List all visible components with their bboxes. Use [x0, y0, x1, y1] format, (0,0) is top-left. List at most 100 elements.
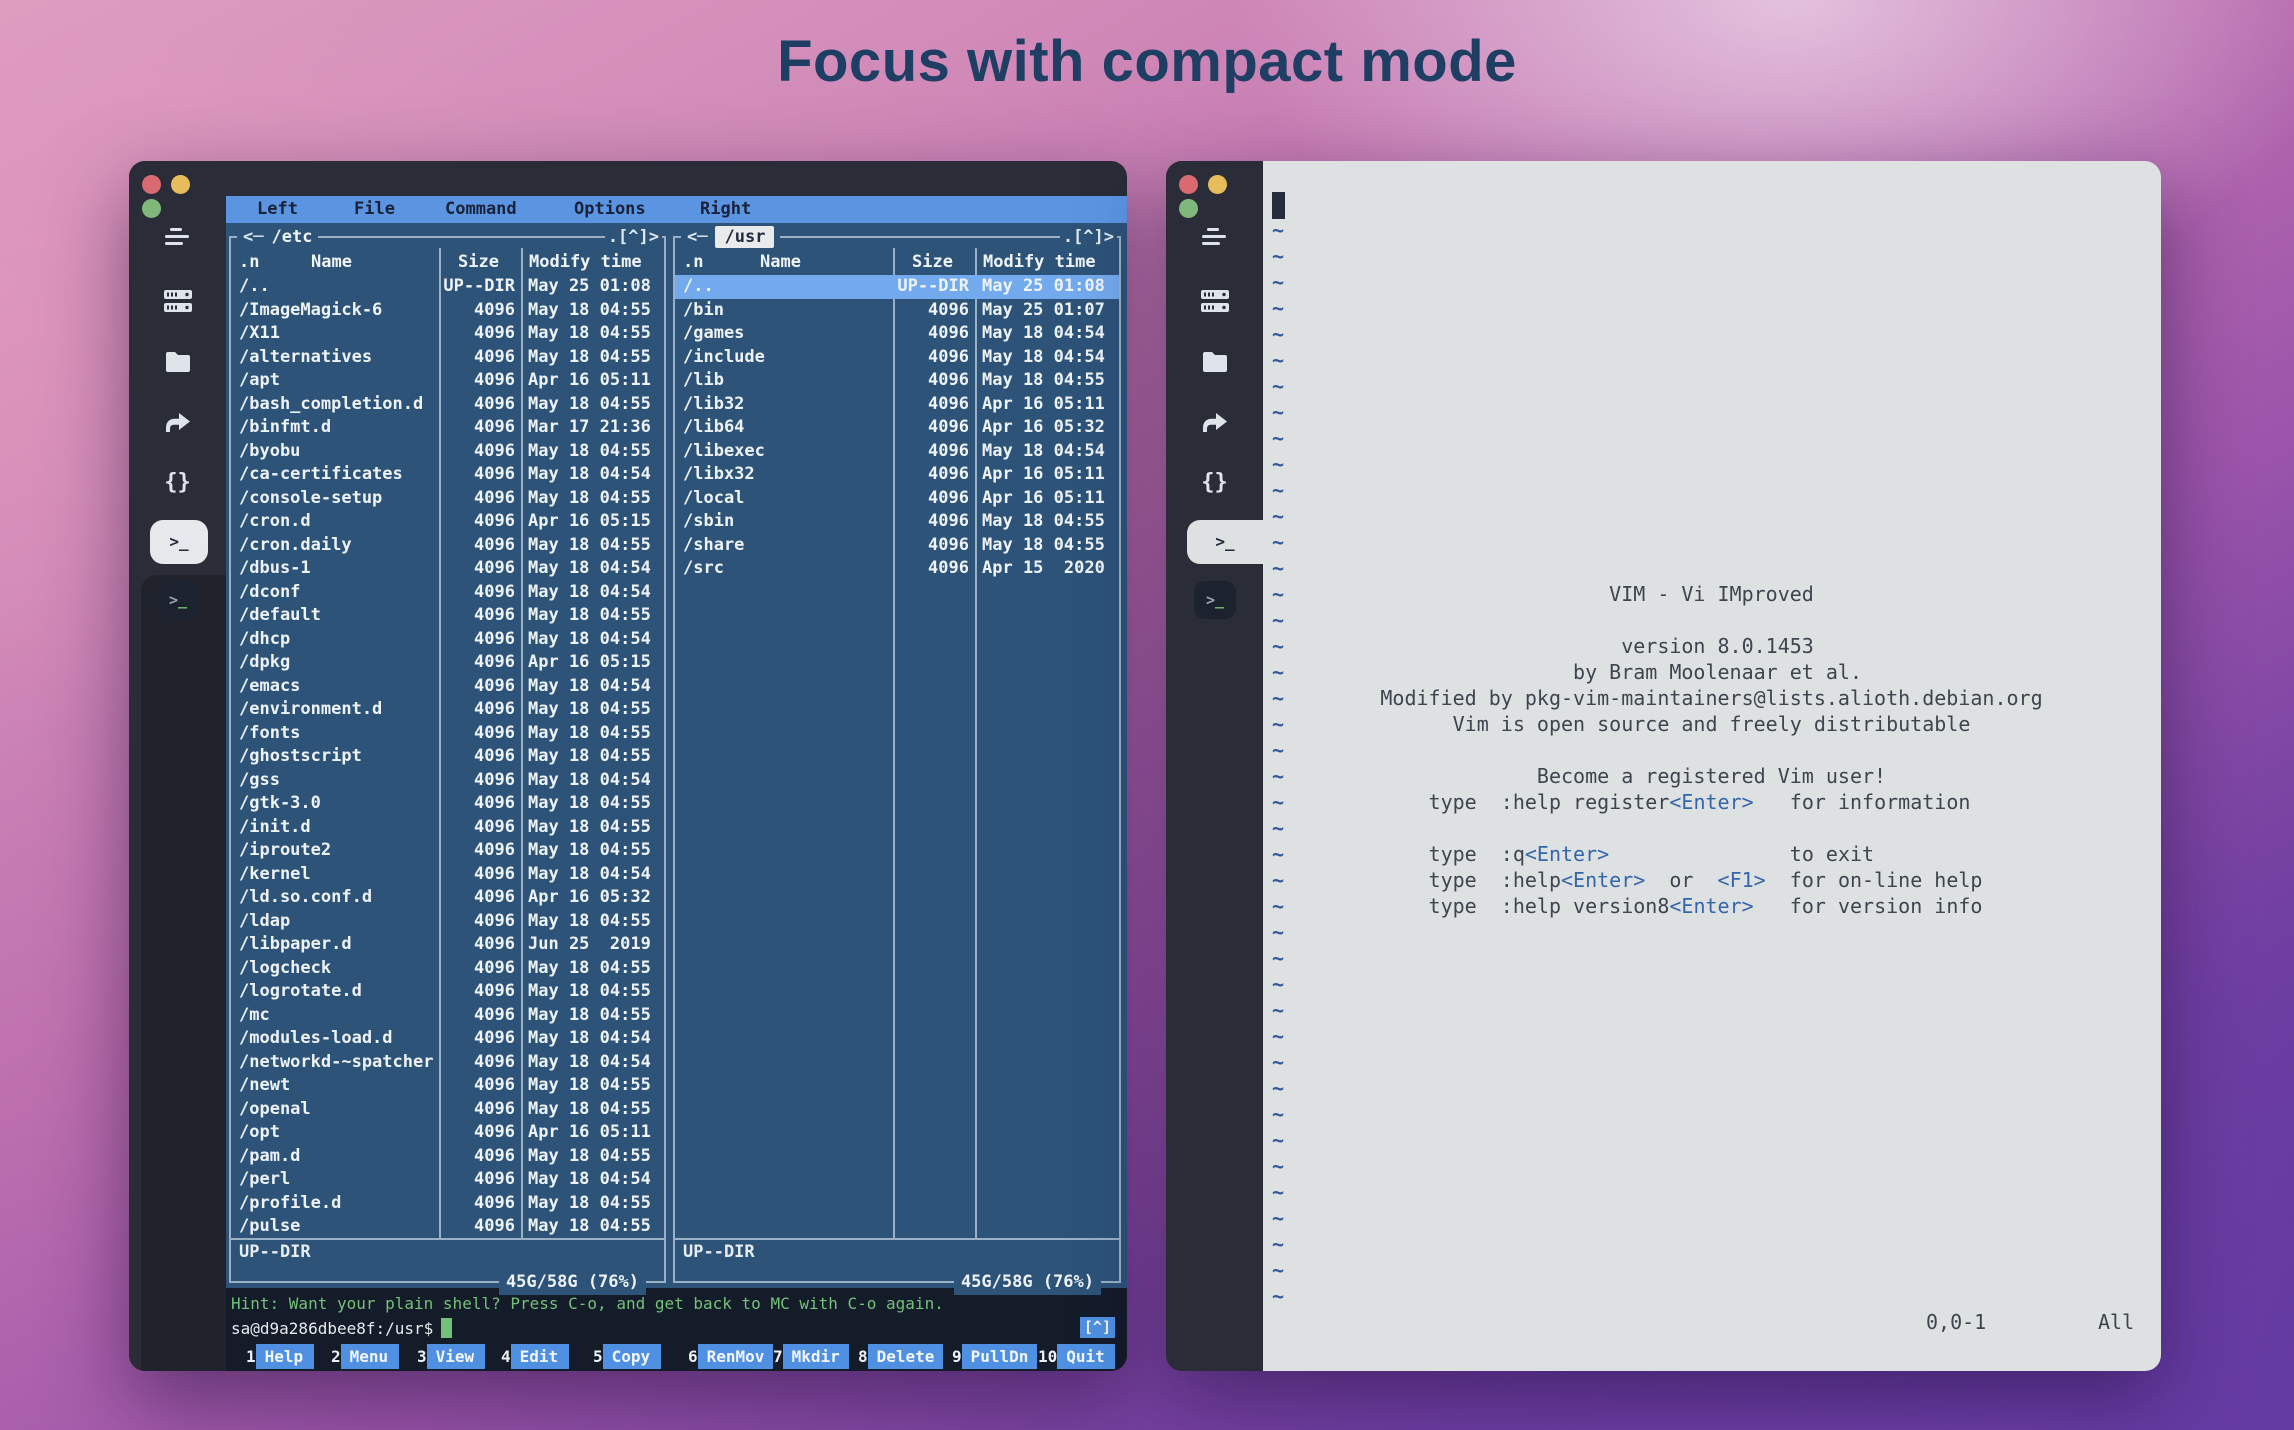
file-row[interactable]: /ld.so.conf.d4096Apr 16 05:32 [231, 886, 664, 910]
fkey-button-pulldn[interactable]: 9PullDn [952, 1344, 1037, 1369]
traffic-light-close[interactable] [142, 175, 161, 194]
file-row[interactable]: /newt4096May 18 04:55 [231, 1074, 664, 1098]
traffic-light-minimize[interactable] [171, 175, 190, 194]
file-row[interactable]: /bin4096May 25 01:07 [675, 299, 1119, 323]
file-row[interactable]: /alternatives4096May 18 04:55 [231, 346, 664, 370]
menu-item-command[interactable]: Command [445, 196, 517, 223]
file-row[interactable]: /default4096May 18 04:55 [231, 604, 664, 628]
sidebar-button-files[interactable] [1166, 351, 1263, 379]
file-row[interactable]: /X114096May 18 04:55 [231, 322, 664, 346]
fkey-button-help[interactable]: 1Help [246, 1344, 314, 1369]
file-row[interactable]: /dhcp4096May 18 04:54 [231, 628, 664, 652]
panel-path[interactable]: /usr [715, 226, 774, 248]
file-row[interactable]: /opt4096Apr 16 05:11 [231, 1121, 664, 1145]
file-row[interactable]: /gss4096May 18 04:54 [231, 769, 664, 793]
file-row[interactable]: /ImageMagick-64096May 18 04:55 [231, 299, 664, 323]
file-row[interactable]: /ca-certificates4096May 18 04:54 [231, 463, 664, 487]
file-row[interactable]: /byobu4096May 18 04:55 [231, 440, 664, 464]
column-header-size[interactable]: Size [912, 250, 953, 274]
fkey-button-view[interactable]: 3View [417, 1344, 485, 1369]
fkey-button-copy[interactable]: 5Copy [593, 1344, 661, 1369]
column-header-name[interactable]: Name [760, 250, 801, 274]
traffic-light-zoom[interactable] [1179, 199, 1198, 218]
fkey-button-menu[interactable]: 2Menu [331, 1344, 399, 1369]
file-row[interactable]: /kernel4096May 18 04:54 [231, 863, 664, 887]
fkey-button-quit[interactable]: 10Quit [1038, 1344, 1115, 1369]
file-row[interactable]: /cron.daily4096May 18 04:55 [231, 534, 664, 558]
column-header-name[interactable]: Name [311, 250, 352, 274]
menu-item-left[interactable]: Left [257, 196, 298, 223]
menu-item-file[interactable]: File [354, 196, 395, 223]
traffic-light-zoom[interactable] [142, 199, 161, 218]
file-row[interactable]: /modules-load.d4096May 18 04:54 [231, 1027, 664, 1051]
file-row[interactable]: /dpkg4096Apr 16 05:15 [231, 651, 664, 675]
file-row[interactable]: /libexec4096May 18 04:54 [675, 440, 1119, 464]
sidebar-button-quick-connect[interactable] [1166, 412, 1263, 440]
panel-corner-controls[interactable]: .[^]> [1060, 225, 1117, 249]
file-row[interactable]: /libx324096Apr 16 05:11 [675, 463, 1119, 487]
sidebar-button-menu-lines[interactable] [129, 227, 226, 255]
tab-terminal-inactive[interactable]: >_ [157, 581, 199, 619]
traffic-light-close[interactable] [1179, 175, 1198, 194]
sidebar-button-menu-lines[interactable] [1166, 227, 1263, 255]
file-row[interactable]: /pam.d4096May 18 04:55 [231, 1145, 664, 1169]
column-header-n[interactable]: .n [683, 250, 703, 274]
file-row[interactable]: /include4096May 18 04:54 [675, 346, 1119, 370]
file-row[interactable]: /lib4096May 18 04:55 [675, 369, 1119, 393]
sidebar-button-hosts[interactable] [1166, 289, 1263, 317]
file-row[interactable]: /sbin4096May 18 04:55 [675, 510, 1119, 534]
column-header-modify-time[interactable]: Modify time [529, 250, 642, 274]
file-row[interactable]: /init.d4096May 18 04:55 [231, 816, 664, 840]
tab-terminal-active[interactable]: >_ [150, 520, 208, 564]
sidebar-button-quick-connect[interactable] [129, 412, 226, 440]
panel-path[interactable]: /etc [271, 227, 312, 247]
panel-path-header[interactable]: <─/etc [237, 225, 318, 249]
file-row[interactable]: /mc4096May 18 04:55 [231, 1004, 664, 1028]
sidebar-button-files[interactable] [129, 351, 226, 379]
file-row[interactable]: /src4096Apr 15 2020 [675, 557, 1119, 581]
file-row[interactable]: /cron.d4096Apr 16 05:15 [231, 510, 664, 534]
file-row[interactable]: /dbus-14096May 18 04:54 [231, 557, 664, 581]
file-row[interactable]: /..UP--DIRMay 25 01:08 [675, 275, 1119, 299]
file-row[interactable]: /gtk-3.04096May 18 04:55 [231, 792, 664, 816]
file-row[interactable]: /apt4096Apr 16 05:11 [231, 369, 664, 393]
panel-path-header[interactable]: <─/usr [681, 225, 780, 249]
panel-corner-controls[interactable]: .[^]> [605, 225, 662, 249]
file-row[interactable]: /share4096May 18 04:55 [675, 534, 1119, 558]
file-row[interactable]: /profile.d4096May 18 04:55 [231, 1192, 664, 1216]
fkey-button-edit[interactable]: 4Edit [501, 1344, 569, 1369]
file-row[interactable]: /logcheck4096May 18 04:55 [231, 957, 664, 981]
menu-item-right[interactable]: Right [700, 196, 751, 223]
file-row[interactable]: /networkd-~spatcher4096May 18 04:54 [231, 1051, 664, 1075]
sidebar-button-hosts[interactable] [129, 289, 226, 317]
file-row[interactable]: /emacs4096May 18 04:54 [231, 675, 664, 699]
tab-terminal-active[interactable]: >_ [1187, 520, 1263, 564]
file-row[interactable]: /perl4096May 18 04:54 [231, 1168, 664, 1192]
traffic-light-minimize[interactable] [1208, 175, 1227, 194]
file-row[interactable]: /fonts4096May 18 04:55 [231, 722, 664, 746]
scroll-up-badge[interactable]: [^] [1080, 1317, 1115, 1338]
file-row[interactable]: /ghostscript4096May 18 04:55 [231, 745, 664, 769]
file-row[interactable]: /openal4096May 18 04:55 [231, 1098, 664, 1122]
file-row[interactable]: /logrotate.d4096May 18 04:55 [231, 980, 664, 1004]
column-header-modify-time[interactable]: Modify time [983, 250, 1096, 274]
tab-terminal-inactive[interactable]: >_ [1194, 581, 1236, 619]
file-row[interactable]: /lib644096Apr 16 05:32 [675, 416, 1119, 440]
sidebar-button-settings-json[interactable]: {} [129, 469, 226, 497]
file-row[interactable]: /local4096Apr 16 05:11 [675, 487, 1119, 511]
column-header-size[interactable]: Size [458, 250, 499, 274]
file-row[interactable]: /..UP--DIRMay 25 01:08 [231, 275, 664, 299]
file-row[interactable]: /bash_completion.d4096May 18 04:55 [231, 393, 664, 417]
file-row[interactable]: /lib324096Apr 16 05:11 [675, 393, 1119, 417]
file-row[interactable]: /libpaper.d4096Jun 25 2019 [231, 933, 664, 957]
file-row[interactable]: /dconf4096May 18 04:54 [231, 581, 664, 605]
sidebar-button-settings-json[interactable]: {} [1166, 469, 1263, 497]
file-row[interactable]: /console-setup4096May 18 04:55 [231, 487, 664, 511]
menu-item-options[interactable]: Options [574, 196, 646, 223]
fkey-button-mkdir[interactable]: 7Mkdir [773, 1344, 849, 1369]
file-row[interactable]: /environment.d4096May 18 04:55 [231, 698, 664, 722]
column-header-n[interactable]: .n [239, 250, 259, 274]
file-row[interactable]: /pulse4096May 18 04:55 [231, 1215, 664, 1239]
file-row[interactable]: /iproute24096May 18 04:55 [231, 839, 664, 863]
vim-editor[interactable]: ~~~~~~~~~~~~~~~~~~~~~~~~~~~~~~~~~~~~~~~~… [1263, 161, 2161, 1371]
